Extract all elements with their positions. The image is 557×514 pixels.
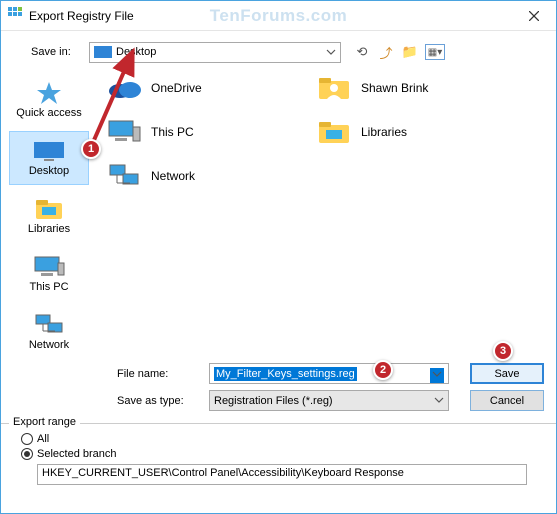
radio-icon — [21, 448, 33, 460]
place-desktop[interactable]: Desktop — [9, 131, 89, 185]
place-quickaccess[interactable]: Quick access — [9, 73, 89, 127]
libraries-icon — [315, 117, 353, 147]
place-label: Desktop — [29, 165, 69, 177]
export-registry-dialog: Export Registry File TenForums.com Save … — [0, 0, 557, 514]
cancel-button[interactable]: Cancel — [470, 390, 544, 411]
branch-path-value: HKEY_CURRENT_USER\Control Panel\Accessib… — [42, 467, 404, 479]
back-icon[interactable]: ⟲ — [353, 43, 371, 61]
place-thispc[interactable]: This PC — [9, 247, 89, 301]
radio-all[interactable]: All — [21, 433, 540, 445]
radio-selected-branch[interactable]: Selected branch — [21, 448, 540, 460]
file-item-onedrive[interactable]: OneDrive — [105, 73, 305, 103]
thispc-icon — [105, 117, 143, 147]
watermark: TenForums.com — [210, 6, 347, 26]
newfolder-icon[interactable]: 📁 — [401, 43, 419, 61]
titlebar: Export Registry File TenForums.com — [1, 1, 556, 31]
place-label: Quick access — [16, 107, 81, 119]
file-item-libraries[interactable]: Libraries — [315, 117, 495, 147]
desktop-icon — [32, 139, 66, 163]
filename-input[interactable]: My_Filter_Keys_settings.reg — [209, 363, 449, 384]
bottom-inputs: File name: My_Filter_Keys_settings.reg S… — [1, 363, 556, 411]
radio-icon — [21, 433, 33, 445]
desktop-mini-icon — [94, 46, 112, 58]
file-label: Network — [151, 169, 195, 183]
export-range-legend: Export range — [9, 416, 80, 428]
file-item-thispc[interactable]: This PC — [105, 117, 305, 147]
places-bar: Quick access Desktop Libraries This PC N… — [1, 67, 97, 363]
branch-path-input[interactable]: HKEY_CURRENT_USER\Control Panel\Accessib… — [37, 464, 527, 485]
file-label: Libraries — [361, 125, 407, 139]
annotation-badge-1: 1 — [81, 139, 101, 159]
chevron-down-icon — [434, 395, 444, 408]
file-list[interactable]: OneDrive Shawn Brink This PC Libraries N… — [97, 67, 556, 363]
place-libraries[interactable]: Libraries — [9, 189, 89, 243]
save-in-row: Save in: Desktop ⟲ ⤴ 📁 ▦▾ — [1, 31, 556, 67]
quickaccess-icon — [32, 81, 66, 105]
file-label: Shawn Brink — [361, 81, 428, 95]
place-label: Libraries — [28, 223, 70, 235]
file-item-user[interactable]: Shawn Brink — [315, 73, 495, 103]
libraries-icon — [32, 197, 66, 221]
regedit-icon — [7, 5, 23, 26]
place-label: Network — [29, 339, 69, 351]
chevron-down-icon — [326, 47, 336, 60]
filename-value: My_Filter_Keys_settings.reg — [214, 367, 357, 381]
save-in-combo[interactable]: Desktop — [89, 42, 341, 63]
close-button[interactable] — [511, 1, 556, 30]
filename-label: File name: — [117, 368, 199, 380]
save-button[interactable]: Save — [470, 363, 544, 384]
save-in-value: Desktop — [116, 46, 156, 58]
saveastype-combo[interactable]: Registration Files (*.reg) — [209, 390, 449, 411]
saveastype-label: Save as type: — [117, 395, 199, 407]
network-icon — [32, 313, 66, 337]
views-icon[interactable]: ▦▾ — [425, 44, 445, 60]
radio-label: All — [37, 433, 49, 445]
chevron-down-icon — [430, 368, 444, 383]
user-folder-icon — [315, 73, 353, 103]
radio-label: Selected branch — [37, 448, 117, 460]
export-range-group: Export range All Selected branch HKEY_CU… — [1, 423, 556, 495]
network-icon — [105, 161, 143, 191]
annotation-badge-3: 3 — [493, 341, 513, 361]
file-label: This PC — [151, 125, 194, 139]
toolbar-icons: ⟲ ⤴ 📁 ▦▾ — [353, 43, 445, 61]
place-network[interactable]: Network — [9, 305, 89, 359]
window-title: Export Registry File — [29, 9, 134, 23]
thispc-icon — [32, 255, 66, 279]
annotation-badge-2: 2 — [373, 360, 393, 380]
onedrive-icon — [105, 73, 143, 103]
file-label: OneDrive — [151, 81, 202, 95]
save-in-label: Save in: — [31, 46, 83, 58]
place-label: This PC — [29, 281, 68, 293]
file-item-network[interactable]: Network — [105, 161, 305, 191]
main-area: Quick access Desktop Libraries This PC N… — [1, 67, 556, 363]
saveastype-value: Registration Files (*.reg) — [214, 395, 333, 407]
up-icon[interactable]: ⤴ — [377, 43, 395, 61]
